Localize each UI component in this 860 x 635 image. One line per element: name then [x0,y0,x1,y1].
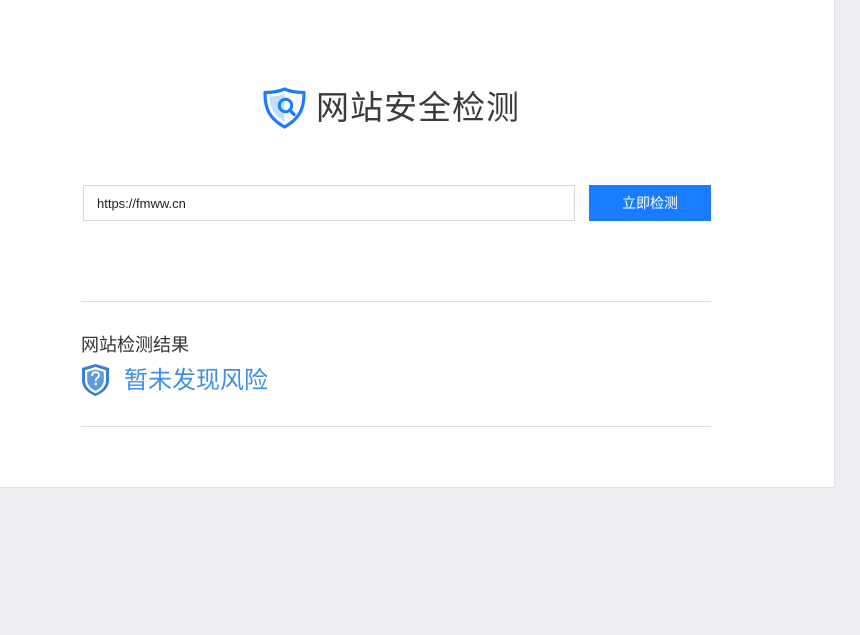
brand-header: 网站安全检测 [262,86,520,130]
result-status-text: 暂未发现风险 [124,366,268,394]
shield-search-icon [263,87,306,129]
check-now-button[interactable]: 立即检测 [589,185,711,221]
url-input[interactable] [83,185,575,221]
result-heading: 网站检测结果 [81,335,189,356]
page-title: 网站安全检测 [316,88,520,127]
divider [81,301,711,302]
main-panel: 网站安全检测 立即检测 网站检测结果 暂未发现风险 [0,0,835,488]
result-status: 暂未发现风险 [81,362,268,398]
shield-question-icon [82,364,109,396]
divider [81,426,711,427]
